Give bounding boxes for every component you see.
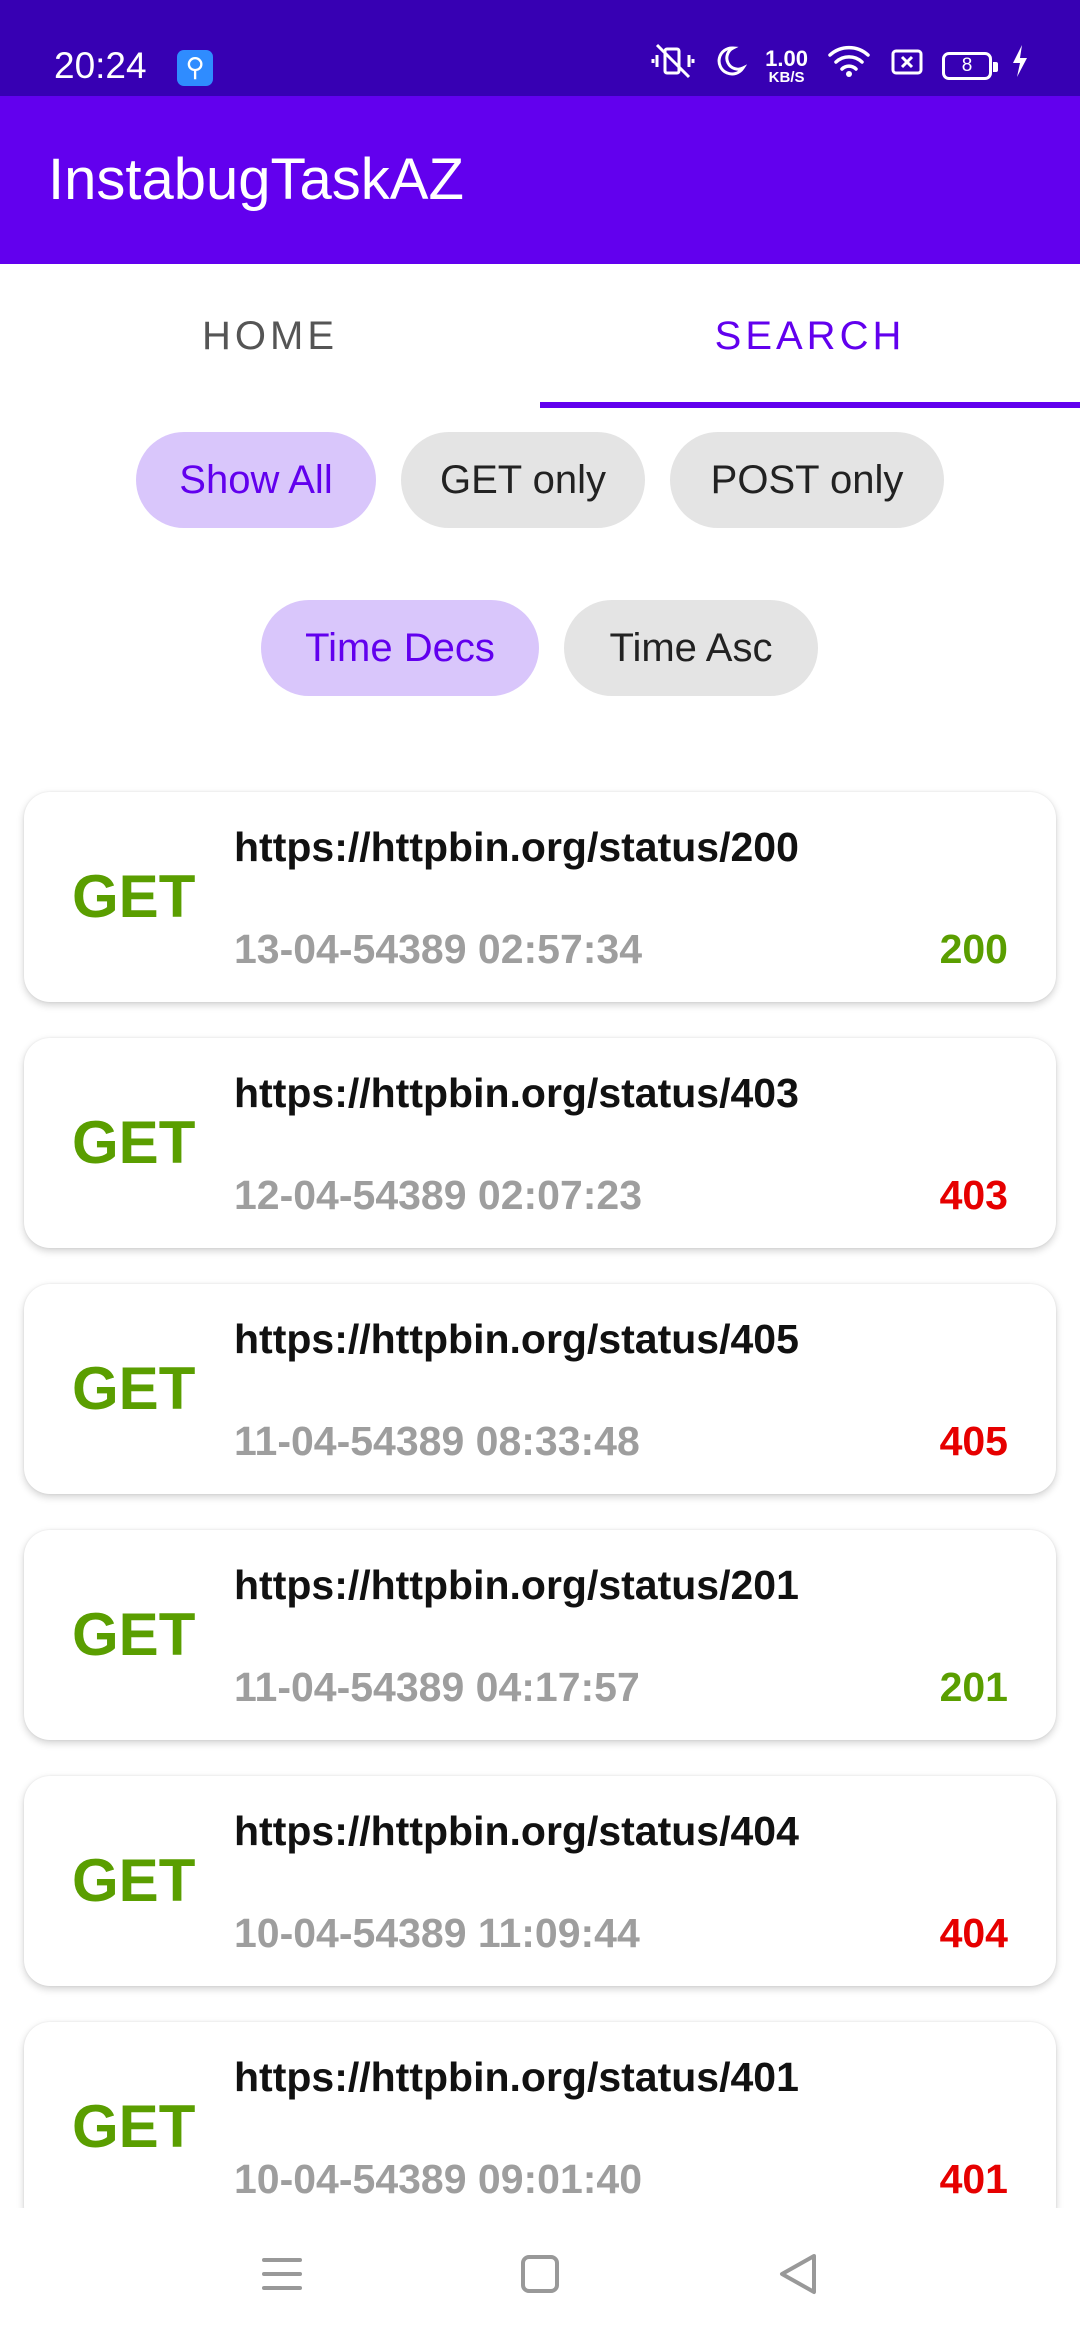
charging-icon <box>1010 43 1030 90</box>
vibrate-off-icon <box>651 41 695 92</box>
request-card[interactable]: GET https://httpbin.org/status/404 10-04… <box>24 1776 1056 1986</box>
moon-icon <box>713 44 748 89</box>
request-method: GET <box>72 1109 196 1176</box>
request-time: 12-04-54389 02:07:23 <box>234 1172 643 1218</box>
chip-post-only[interactable]: POST only <box>670 432 944 528</box>
request-method: GET <box>72 1847 196 1914</box>
speed-unit: KB/S <box>768 68 805 86</box>
chip-show-all[interactable]: Show All <box>136 432 376 528</box>
request-status-code: 200 <box>939 926 1008 972</box>
request-card[interactable]: GET https://httpbin.org/status/200 13-04… <box>24 792 1056 1002</box>
home-square-icon[interactable] <box>480 2208 600 2340</box>
request-method: GET <box>72 863 196 930</box>
app-title: InstabugTaskAZ <box>48 147 464 212</box>
network-speed: 1.00 KB/S <box>765 45 808 86</box>
request-time: 10-04-54389 09:01:40 <box>234 2156 643 2202</box>
chip-time-desc[interactable]: Time Decs <box>261 600 539 696</box>
request-url: https://httpbin.org/status/401 <box>234 2054 799 2100</box>
request-status-code: 403 <box>939 1172 1008 1218</box>
sim-off-icon <box>890 44 924 88</box>
usb-icon: ⚲ <box>177 50 213 86</box>
request-card[interactable]: GET https://httpbin.org/status/403 12-04… <box>24 1038 1056 1248</box>
system-nav-bar <box>0 2208 1080 2340</box>
back-triangle-icon[interactable] <box>738 2208 858 2340</box>
tab-search[interactable]: SEARCH <box>540 264 1080 408</box>
request-time: 10-04-54389 11:09:44 <box>234 1910 640 1956</box>
status-icons: 1.00 KB/S 8 <box>651 43 1030 90</box>
chip-time-asc[interactable]: Time Asc <box>564 600 818 696</box>
status-time: 20:24 <box>54 45 147 86</box>
status-bar: 20:24 ⚲ 1.00 KB/S 8 <box>0 0 1080 96</box>
battery-icon: 8 <box>942 52 998 80</box>
request-status-code: 401 <box>939 2156 1008 2202</box>
menu-icon[interactable] <box>222 2208 342 2340</box>
tab-bar: HOME SEARCH <box>0 264 1080 408</box>
request-url: https://httpbin.org/status/404 <box>234 1808 799 1854</box>
request-url: https://httpbin.org/status/200 <box>234 824 799 870</box>
request-method: GET <box>72 1601 196 1668</box>
tab-home[interactable]: HOME <box>0 264 540 408</box>
request-time: 11-04-54389 04:17:57 <box>234 1664 640 1710</box>
request-status-code: 404 <box>939 1910 1008 1956</box>
request-time: 11-04-54389 08:33:48 <box>234 1418 640 1464</box>
request-method: GET <box>72 2093 196 2160</box>
request-url: https://httpbin.org/status/403 <box>234 1070 799 1116</box>
battery-level: 8 <box>961 55 973 76</box>
app-bar: InstabugTaskAZ <box>0 96 1080 264</box>
tab-indicator <box>540 402 1080 408</box>
chip-get-only[interactable]: GET only <box>401 432 645 528</box>
request-method: GET <box>72 1355 196 1422</box>
request-card[interactable]: GET https://httpbin.org/status/401 10-04… <box>24 2022 1056 2232</box>
request-time: 13-04-54389 02:57:34 <box>234 926 643 972</box>
request-status-code: 405 <box>939 1418 1008 1464</box>
wifi-icon <box>826 43 872 90</box>
request-url: https://httpbin.org/status/201 <box>234 1562 799 1608</box>
request-card[interactable]: GET https://httpbin.org/status/201 11-04… <box>24 1530 1056 1740</box>
request-url: https://httpbin.org/status/405 <box>234 1316 799 1362</box>
request-status-code: 201 <box>939 1664 1008 1710</box>
speed-value: 1.00 <box>765 45 808 71</box>
request-card[interactable]: GET https://httpbin.org/status/405 11-04… <box>24 1284 1056 1494</box>
